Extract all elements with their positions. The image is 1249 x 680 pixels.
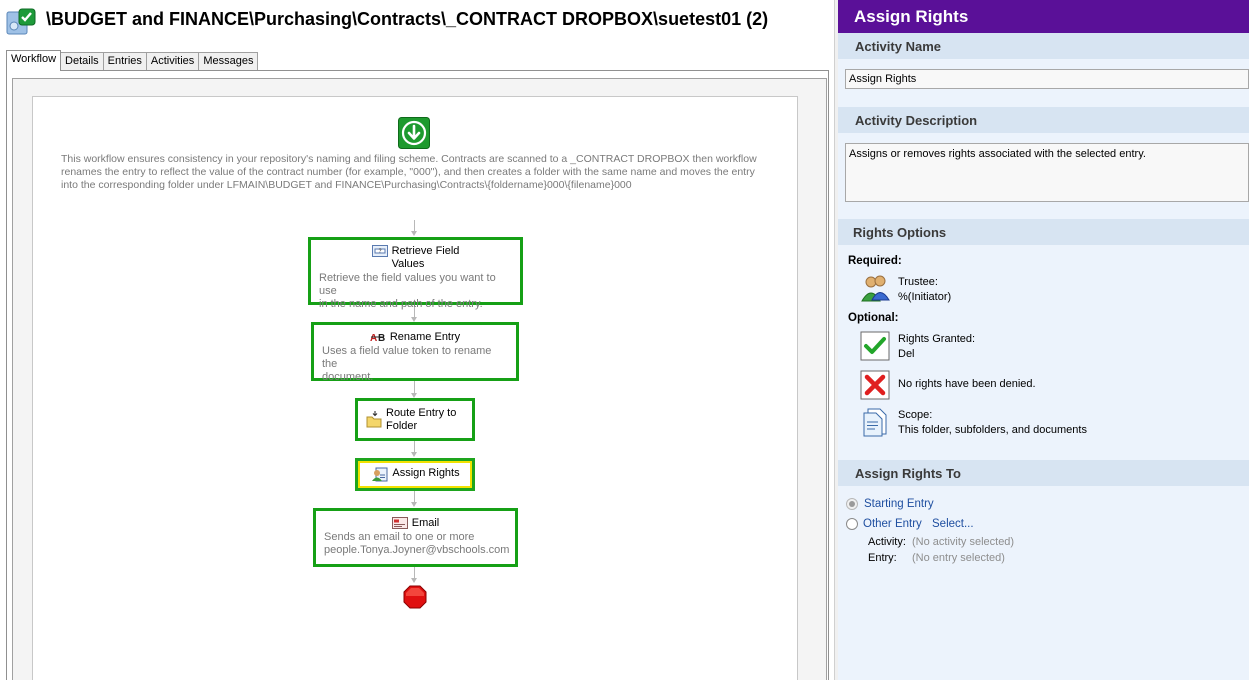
page-title: \BUDGET and FINANCE\Purchasing\Contracts… — [46, 9, 769, 29]
folder-route-icon — [366, 411, 382, 428]
activity-title-line2: Values — [391, 258, 425, 270]
activity-title: Email — [411, 517, 440, 529]
scope-value: This folder, subfolders, and documents — [898, 424, 1087, 436]
scope-document-icon[interactable] — [860, 407, 890, 437]
activity-retrieve-field-values[interactable]: ? Retrieve Field Values Retrieve the fie… — [308, 237, 523, 310]
workflow-description: This workflow ensures consistency in you… — [61, 153, 757, 191]
section-activity-description: Activity Description — [838, 107, 1249, 133]
activity-title: Rename Entry — [389, 331, 461, 343]
other-entry-radio[interactable] — [846, 518, 858, 530]
activity-description-line1: Retrieve the field values you want to us… — [319, 272, 496, 297]
start-arrow-icon[interactable] — [398, 117, 430, 149]
field-values-icon: ? — [371, 245, 388, 257]
email-icon — [391, 517, 408, 529]
rights-granted-label: Rights Granted: — [898, 333, 976, 345]
activity-title: Assign Rights — [392, 467, 460, 479]
rename-icon: A B — [370, 333, 385, 343]
section-rights-options: Rights Options — [838, 219, 1249, 245]
tab-activities[interactable]: Activities — [145, 52, 200, 71]
tab-entries[interactable]: Entries — [102, 52, 147, 71]
rights-granted-check-icon[interactable] — [860, 331, 890, 361]
activity-email[interactable]: Email Sends an email to one or more peop… — [313, 508, 518, 567]
svg-text:?: ? — [378, 249, 381, 255]
connector-arrow — [411, 502, 417, 507]
connector-arrow — [411, 231, 417, 236]
optional-label: Optional: — [848, 312, 899, 324]
properties-header: Assign Rights — [838, 0, 1249, 33]
section-activity-name: Activity Name — [838, 33, 1249, 59]
scope-label: Scope: — [898, 409, 933, 421]
entry-value: (No entry selected) — [912, 552, 1005, 564]
trustee-value: %(Initiator) — [898, 291, 952, 303]
svg-text:B: B — [378, 333, 385, 343]
workflow-pane: \BUDGET and FINANCE\Purchasing\Contracts… — [0, 0, 834, 680]
activity-value: (No activity selected) — [912, 536, 1015, 548]
rights-denied-text: No rights have been denied. — [898, 378, 1036, 390]
properties-pane: Assign Rights Activity Name Assign Right… — [838, 0, 1249, 680]
tab-details[interactable]: Details — [60, 52, 104, 71]
activity-description-line1: Sends an email to one or more — [324, 531, 475, 543]
required-label: Required: — [848, 255, 902, 267]
trustee-label: Trustee: — [898, 276, 938, 288]
activity-assign-rights[interactable]: Assign Rights — [355, 458, 475, 491]
activity-description-line2: people.Tonya.Joyner@vbschools.com — [324, 544, 510, 556]
activity-description-line1: Uses a field value token to rename the — [322, 345, 492, 370]
activity-title-line1: Retrieve Field — [391, 245, 460, 257]
section-assign-rights-to: Assign Rights To — [838, 460, 1249, 486]
svg-text:A: A — [370, 333, 377, 343]
activity-name-field[interactable]: Assign Rights — [845, 69, 1249, 89]
activity-title-line1: Route Entry to — [386, 407, 457, 419]
activity-label: Activity: — [868, 536, 906, 548]
stop-icon[interactable] — [403, 585, 427, 609]
activity-title-line2: Folder — [386, 420, 418, 432]
tab-bar: Workflow Details Entries Activities Mess… — [6, 50, 259, 71]
connector-arrow — [411, 452, 417, 457]
activity-rename-entry[interactable]: A B Rename Entry Uses a field value toke… — [311, 322, 519, 383]
activity-description-line2: in the name and path of the entry. — [319, 298, 483, 310]
activity-description-line2: document. — [322, 371, 374, 383]
entry-label: Entry: — [868, 552, 897, 564]
activity-route-entry-to-folder[interactable]: Route Entry to Folder — [355, 398, 475, 441]
connector-arrow — [411, 578, 417, 583]
starting-entry-label[interactable]: Starting Entry — [864, 498, 934, 510]
activity-description-field[interactable]: Assigns or removes rights associated wit… — [845, 143, 1249, 202]
starting-entry-radio[interactable] — [846, 498, 858, 510]
rights-granted-value: Del — [898, 348, 915, 360]
assign-rights-icon — [372, 467, 388, 482]
tab-messages[interactable]: Messages — [198, 52, 259, 71]
select-entry-link[interactable]: Select... — [932, 518, 974, 530]
rights-denied-x-icon[interactable] — [860, 370, 890, 400]
trustee-users-icon[interactable] — [860, 273, 890, 303]
workflow-check-icon — [6, 8, 36, 35]
tab-workflow[interactable]: Workflow — [6, 50, 62, 71]
other-entry-label[interactable]: Other Entry — [863, 518, 922, 530]
